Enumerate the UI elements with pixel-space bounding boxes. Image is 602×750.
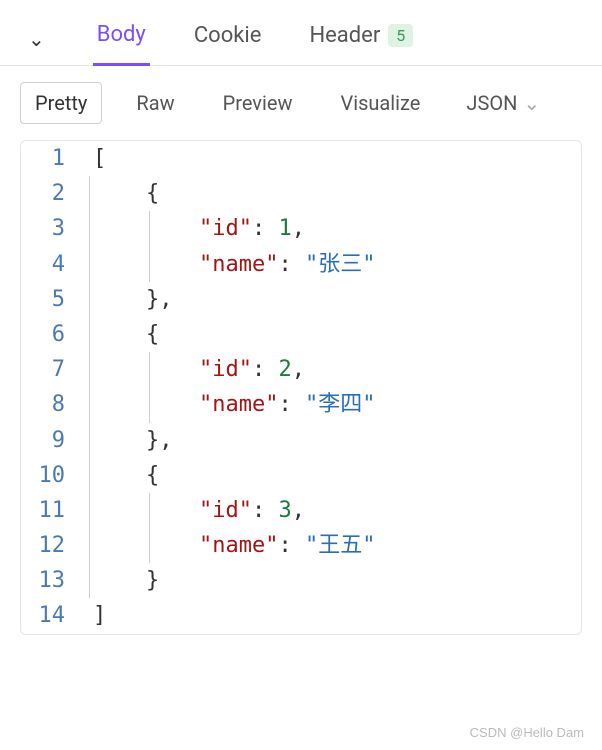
line-content: "name": "王五" <box>81 528 375 563</box>
line-content: "name": "张三" <box>81 247 375 282</box>
line-number: 2 <box>21 176 81 211</box>
code-line: 9 }, <box>21 423 581 458</box>
response-tabs: ⌄ Body Cookie Header 5 <box>0 0 602 66</box>
line-content: { <box>81 317 159 352</box>
code-line: 8 "name": "李四" <box>21 387 581 422</box>
code-line: 13 } <box>21 563 581 598</box>
line-number: 5 <box>21 282 81 317</box>
line-content: }, <box>81 282 172 317</box>
visualize-label: Visualize <box>340 91 420 115</box>
line-number: 14 <box>21 598 81 633</box>
line-number: 11 <box>21 493 81 528</box>
line-number: 9 <box>21 423 81 458</box>
pretty-label: Pretty <box>35 91 87 115</box>
response-body-code[interactable]: 1[2 {3 "id": 1,4 "name": "张三"5 },6 {7 "i… <box>20 140 582 635</box>
code-line: 5 }, <box>21 282 581 317</box>
code-line: 10 { <box>21 458 581 493</box>
code-line: 4 "name": "张三" <box>21 247 581 282</box>
code-line: 11 "id": 3, <box>21 493 581 528</box>
line-number: 4 <box>21 247 81 282</box>
tab-body[interactable]: Body <box>93 12 150 66</box>
visualize-button[interactable]: Visualize <box>326 83 434 123</box>
line-number: 1 <box>21 141 81 176</box>
header-count-badge: 5 <box>388 24 413 47</box>
line-content: ] <box>81 598 106 633</box>
code-line: 14] <box>21 598 581 633</box>
code-line: 6 { <box>21 317 581 352</box>
line-content: "name": "李四" <box>81 387 375 422</box>
preview-button[interactable]: Preview <box>209 83 307 123</box>
line-content: "id": 1, <box>81 211 305 246</box>
tab-body-label: Body <box>97 22 146 47</box>
raw-label: Raw <box>136 91 174 115</box>
body-format-toolbar: Pretty Raw Preview Visualize JSON ⌄ <box>0 66 602 140</box>
line-content: { <box>81 458 159 493</box>
line-number: 13 <box>21 563 81 598</box>
code-line: 7 "id": 2, <box>21 352 581 387</box>
tab-cookie-label: Cookie <box>194 23 262 48</box>
line-number: 8 <box>21 387 81 422</box>
chevron-down-icon: ⌄ <box>523 91 540 115</box>
code-line: 1[ <box>21 141 581 176</box>
code-line: 12 "name": "王五" <box>21 528 581 563</box>
line-number: 10 <box>21 458 81 493</box>
format-select[interactable]: JSON ⌄ <box>466 91 540 115</box>
pretty-button[interactable]: Pretty <box>20 82 102 124</box>
line-number: 7 <box>21 352 81 387</box>
chevron-down-icon[interactable]: ⌄ <box>20 21 53 57</box>
tab-cookie[interactable]: Cookie <box>190 13 266 64</box>
watermark: CSDN @Hello Dam <box>470 725 584 740</box>
preview-label: Preview <box>223 91 293 115</box>
raw-button[interactable]: Raw <box>122 83 188 123</box>
line-number: 3 <box>21 211 81 246</box>
code-line: 2 { <box>21 176 581 211</box>
line-content: "id": 2, <box>81 352 305 387</box>
tab-header-label: Header <box>309 23 380 48</box>
line-content: } <box>81 563 159 598</box>
line-number: 6 <box>21 317 81 352</box>
code-line: 3 "id": 1, <box>21 211 581 246</box>
format-label: JSON <box>466 91 517 115</box>
line-number: 12 <box>21 528 81 563</box>
line-content: "id": 3, <box>81 493 305 528</box>
line-content: { <box>81 176 159 211</box>
line-content: }, <box>81 423 172 458</box>
tab-header[interactable]: Header 5 <box>305 13 417 64</box>
line-content: [ <box>81 141 106 176</box>
